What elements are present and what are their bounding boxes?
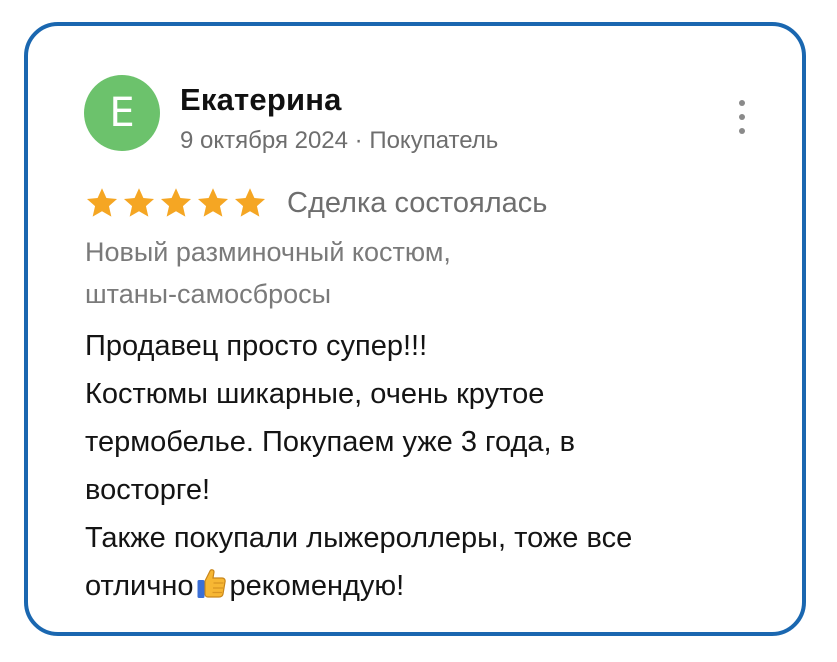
- avatar[interactable]: Е: [84, 75, 160, 151]
- thumbs-up-icon: [197, 569, 226, 598]
- review-line: термобелье. Покупаем уже 3 года, в: [85, 426, 576, 458]
- review-date: 9 октября 2024: [180, 127, 348, 154]
- star-icon: [234, 188, 266, 217]
- review-meta: 9 октября 2024 · Покупатель: [180, 127, 498, 155]
- star-icon: [197, 188, 229, 217]
- review-line: Продавец просто супер!!!: [85, 330, 428, 362]
- product-line: Новый разминочный костюм,: [85, 237, 451, 267]
- star-icon: [160, 188, 192, 217]
- review-line: восторге!: [85, 474, 211, 506]
- star-icon: [86, 188, 118, 217]
- product-name[interactable]: Новый разминочный костюм, штаны-самосбро…: [85, 231, 725, 315]
- review-text: Продавец просто супер!!! Костюмы шикарны…: [85, 322, 785, 610]
- review-line: отлично рекомендую!: [85, 562, 785, 610]
- meta-separator: ·: [348, 127, 370, 154]
- review-line-start: отлично: [85, 570, 194, 602]
- review-line-end: рекомендую!: [229, 570, 405, 602]
- author-name[interactable]: Екатерина: [180, 82, 342, 118]
- more-options-icon[interactable]: [734, 100, 750, 134]
- review-line: Также покупали лыжероллеры, тоже все: [85, 522, 633, 554]
- rating-row: Сделка состоялась: [85, 181, 547, 225]
- deal-status: Сделка состоялась: [287, 186, 548, 219]
- author-role: Покупатель: [369, 127, 499, 154]
- star-icon: [123, 188, 155, 217]
- review-line: Костюмы шикарные, очень крутое: [85, 378, 545, 410]
- review-card: Е Екатерина 9 октября 2024 · Покупатель …: [24, 22, 806, 636]
- star-rating: [85, 186, 270, 220]
- product-line: штаны-самосбросы: [85, 279, 332, 309]
